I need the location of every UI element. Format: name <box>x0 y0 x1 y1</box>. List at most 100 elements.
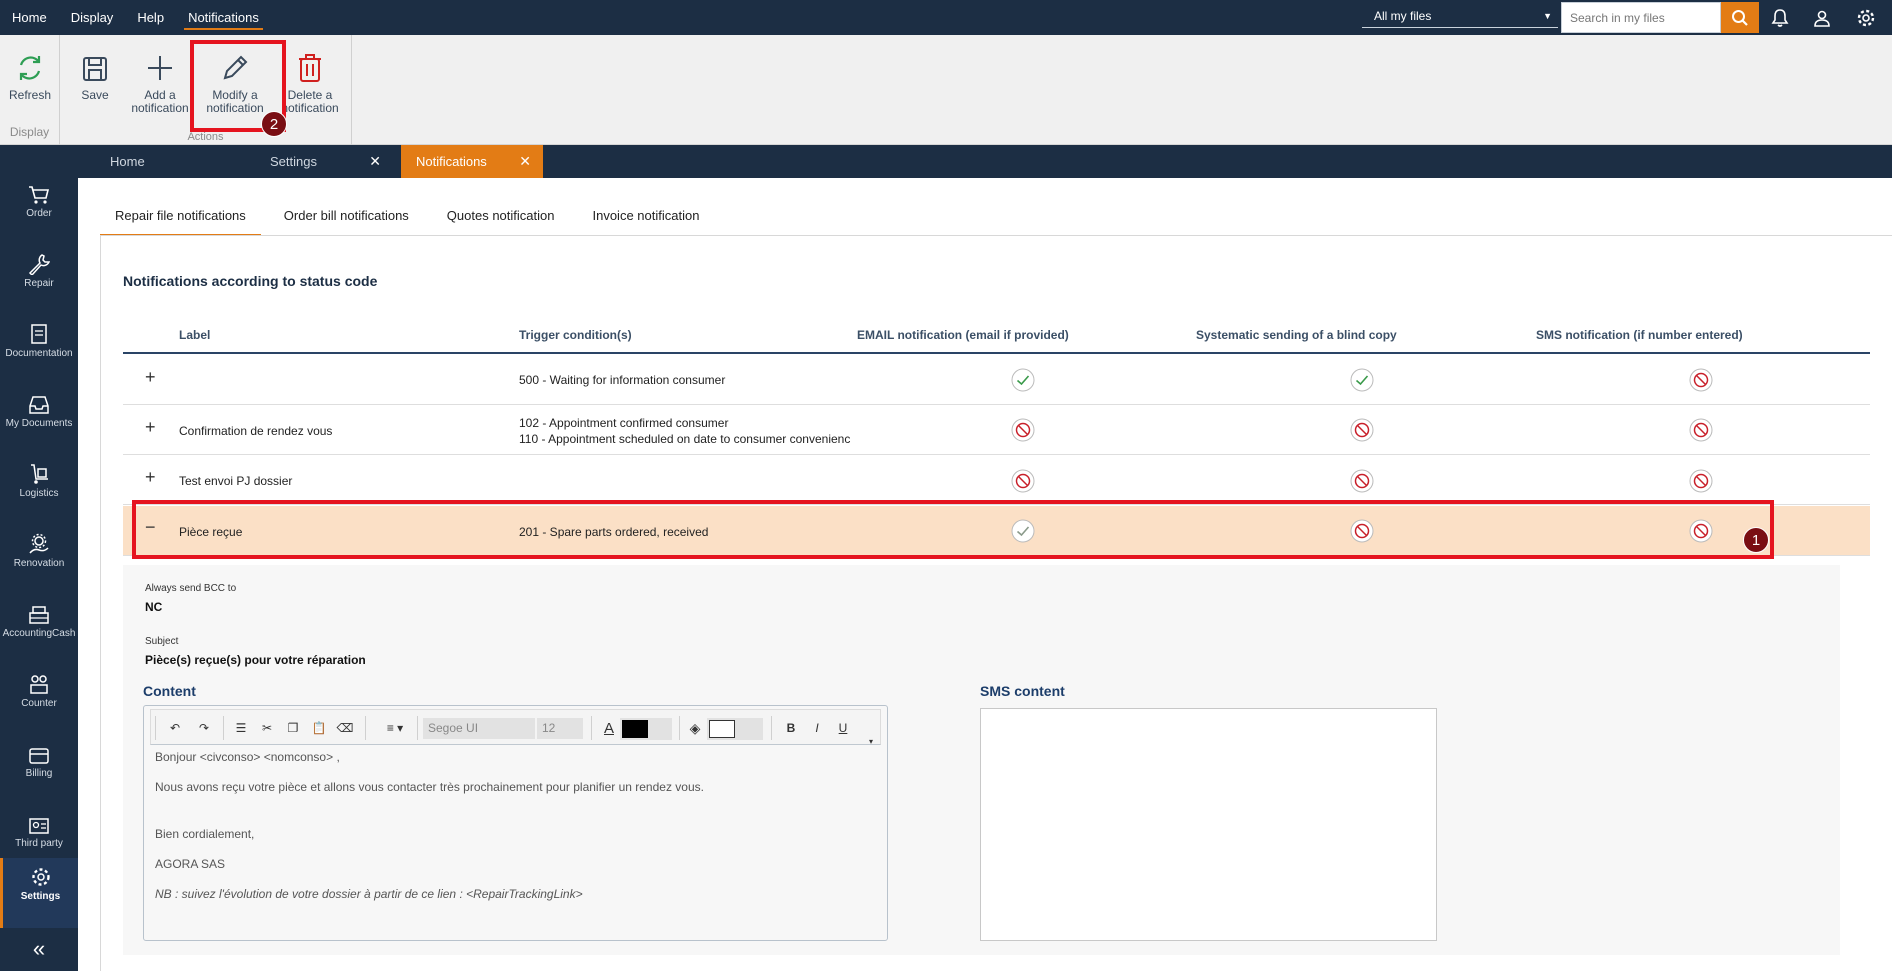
save-button[interactable]: Save <box>63 49 127 102</box>
document-icon <box>31 324 47 344</box>
menu-help[interactable]: Help <box>125 0 176 35</box>
sidebar-collapse-button[interactable]: « <box>0 936 78 966</box>
gear-icon <box>31 868 50 886</box>
search-input[interactable]: Search in my files <box>1561 2 1721 33</box>
menu-home[interactable]: Home <box>0 0 59 35</box>
bold-icon[interactable]: B <box>781 719 801 737</box>
expand-row-button[interactable]: + <box>145 367 156 388</box>
paragraph-align-icon[interactable]: ≡ ▾ <box>379 719 411 737</box>
tab-home-label: Home <box>110 154 145 169</box>
ribbon-group-display-label: Display <box>9 125 50 139</box>
editor-line: Nous avons reçu votre pièce et allons vo… <box>155 780 704 794</box>
sidebar-item-label: Renovation <box>13 558 65 569</box>
sidebar-item-my-documents[interactable]: My Documents <box>0 385 78 455</box>
sidebar-item-label: AccountingCash <box>2 628 76 639</box>
prohibited-icon <box>1688 468 1714 494</box>
sidebar-item-label: Documentation <box>5 348 73 359</box>
settings-gear-button[interactable] <box>1852 4 1880 32</box>
tab-order-bill-notifications[interactable]: Order bill notifications <box>269 208 424 236</box>
highlight-color-picker[interactable] <box>707 718 763 740</box>
delete-notification-button[interactable]: Delete a notification <box>278 49 342 115</box>
sms-content-textarea[interactable] <box>980 708 1437 941</box>
search-button[interactable] <box>1721 2 1759 33</box>
subject-field-value: Pièce(s) reçue(s) pour votre réparation <box>145 653 366 667</box>
tab-notifications-label: Notifications <box>416 154 487 169</box>
expand-row-button[interactable]: + <box>145 417 156 438</box>
tab-home[interactable]: Home <box>95 145 265 178</box>
table-row[interactable]: + Test envoi PJ dossier <box>123 455 1870 505</box>
sms-content-title: SMS content <box>980 683 1065 699</box>
dolly-icon <box>31 464 48 484</box>
sidebar-item-accounting-cash[interactable]: AccountingCash <box>0 595 78 665</box>
tab-quotes-notification[interactable]: Quotes notification <box>432 208 570 236</box>
sidebar-item-logistics[interactable]: Logistics <box>0 455 78 525</box>
left-sidebar: Order Repair Documentation My Documents … <box>0 145 78 971</box>
sidebar-item-label: Billing <box>25 768 53 779</box>
refresh-icon <box>19 56 41 80</box>
sidebar-item-counter[interactable]: Counter <box>0 665 78 735</box>
font-color-icon[interactable]: A <box>599 719 619 737</box>
bcc-field-value: NC <box>145 600 163 614</box>
close-icon[interactable]: ✕ <box>519 145 531 178</box>
italic-icon[interactable]: I <box>807 719 827 737</box>
tab-notifications[interactable]: Notifications ✕ <box>401 145 543 178</box>
people-icon <box>30 675 48 694</box>
plus-icon <box>148 56 172 80</box>
content-editor[interactable]: ↶ ↷ ☰ ✂ ❐ 📋 ⌫ ≡ ▾ Segoe UI 12 A ◈ B I U … <box>143 705 888 941</box>
menu-display[interactable]: Display <box>59 0 126 35</box>
underline-icon[interactable]: U <box>833 719 853 737</box>
menu-notifications[interactable]: Notifications <box>176 0 271 35</box>
subject-field-label: Subject <box>145 636 179 647</box>
sidebar-item-billing[interactable]: Billing <box>0 735 78 805</box>
font-size-select[interactable]: 12 <box>537 718 583 739</box>
paste-icon[interactable]: 📋 <box>309 719 329 737</box>
top-menu: Home Display Help Notifications <box>0 0 271 35</box>
prohibited-icon <box>1349 417 1375 443</box>
copy-icon[interactable]: ❐ <box>283 719 303 737</box>
tab-repair-file-notifications[interactable]: Repair file notifications <box>100 208 261 236</box>
tab-settings-label: Settings <box>270 154 317 169</box>
table-row[interactable]: + 500 - Waiting for information consumer <box>123 355 1870 405</box>
refresh-button[interactable]: Refresh <box>0 49 62 102</box>
add-notification-button[interactable]: Add a notification <box>128 49 192 115</box>
inbox-icon <box>29 396 49 414</box>
user-icon <box>1814 10 1830 27</box>
content-title: Content <box>143 683 196 699</box>
select-all-icon[interactable]: ☰ <box>231 719 251 737</box>
row-trigger-2: 110 - Appointment scheduled on date to c… <box>519 432 851 446</box>
sidebar-item-label: Counter <box>21 698 57 709</box>
font-color-picker[interactable] <box>620 718 672 740</box>
expand-row-button[interactable]: + <box>145 467 156 488</box>
check-icon <box>1349 367 1375 393</box>
sidebar-item-settings[interactable]: Settings <box>0 858 78 928</box>
row-trigger: 500 - Waiting for information consumer <box>519 373 726 387</box>
notifications-bell-button[interactable] <box>1766 4 1794 32</box>
sidebar-item-renovation[interactable]: Renovation <box>0 525 78 595</box>
sidebar-item-order[interactable]: Order <box>0 175 78 245</box>
tab-settings[interactable]: Settings ✕ <box>255 145 393 178</box>
table-row[interactable]: + Confirmation de rendez vous 102 - Appo… <box>123 405 1870 455</box>
sidebar-item-documentation[interactable]: Documentation <box>0 315 78 385</box>
highlight-color-icon[interactable]: ◈ <box>685 719 705 737</box>
close-icon[interactable]: ✕ <box>369 145 381 178</box>
row-label: Confirmation de rendez vous <box>179 424 333 438</box>
toolbar-overflow-icon[interactable]: ▾ <box>861 732 881 750</box>
bell-icon <box>1771 9 1789 27</box>
clear-format-icon[interactable]: ⌫ <box>335 719 355 737</box>
tab-invoice-notification[interactable]: Invoice notification <box>577 208 714 236</box>
cut-icon[interactable]: ✂ <box>257 719 277 737</box>
file-scope-select[interactable]: All my files ▼ <box>1362 5 1558 28</box>
redo-icon[interactable]: ↷ <box>194 719 214 737</box>
renovation-icon <box>29 533 49 554</box>
column-header-bcc: Systematic sending of a blind copy <box>1196 328 1397 342</box>
notification-detail-panel: Always send BCC to NC Subject Pièce(s) r… <box>123 565 1840 955</box>
sidebar-item-repair[interactable]: Repair <box>0 245 78 315</box>
double-chevron-left-icon: « <box>32 936 46 961</box>
user-account-button[interactable] <box>1808 4 1836 32</box>
font-family-select[interactable]: Segoe UI <box>423 718 535 739</box>
save-label: Save <box>81 88 109 102</box>
sidebar-item-label: Logistics <box>19 488 59 499</box>
wrench-icon <box>28 254 50 275</box>
sidebar-item-label: Settings <box>20 891 61 902</box>
undo-icon[interactable]: ↶ <box>165 719 185 737</box>
